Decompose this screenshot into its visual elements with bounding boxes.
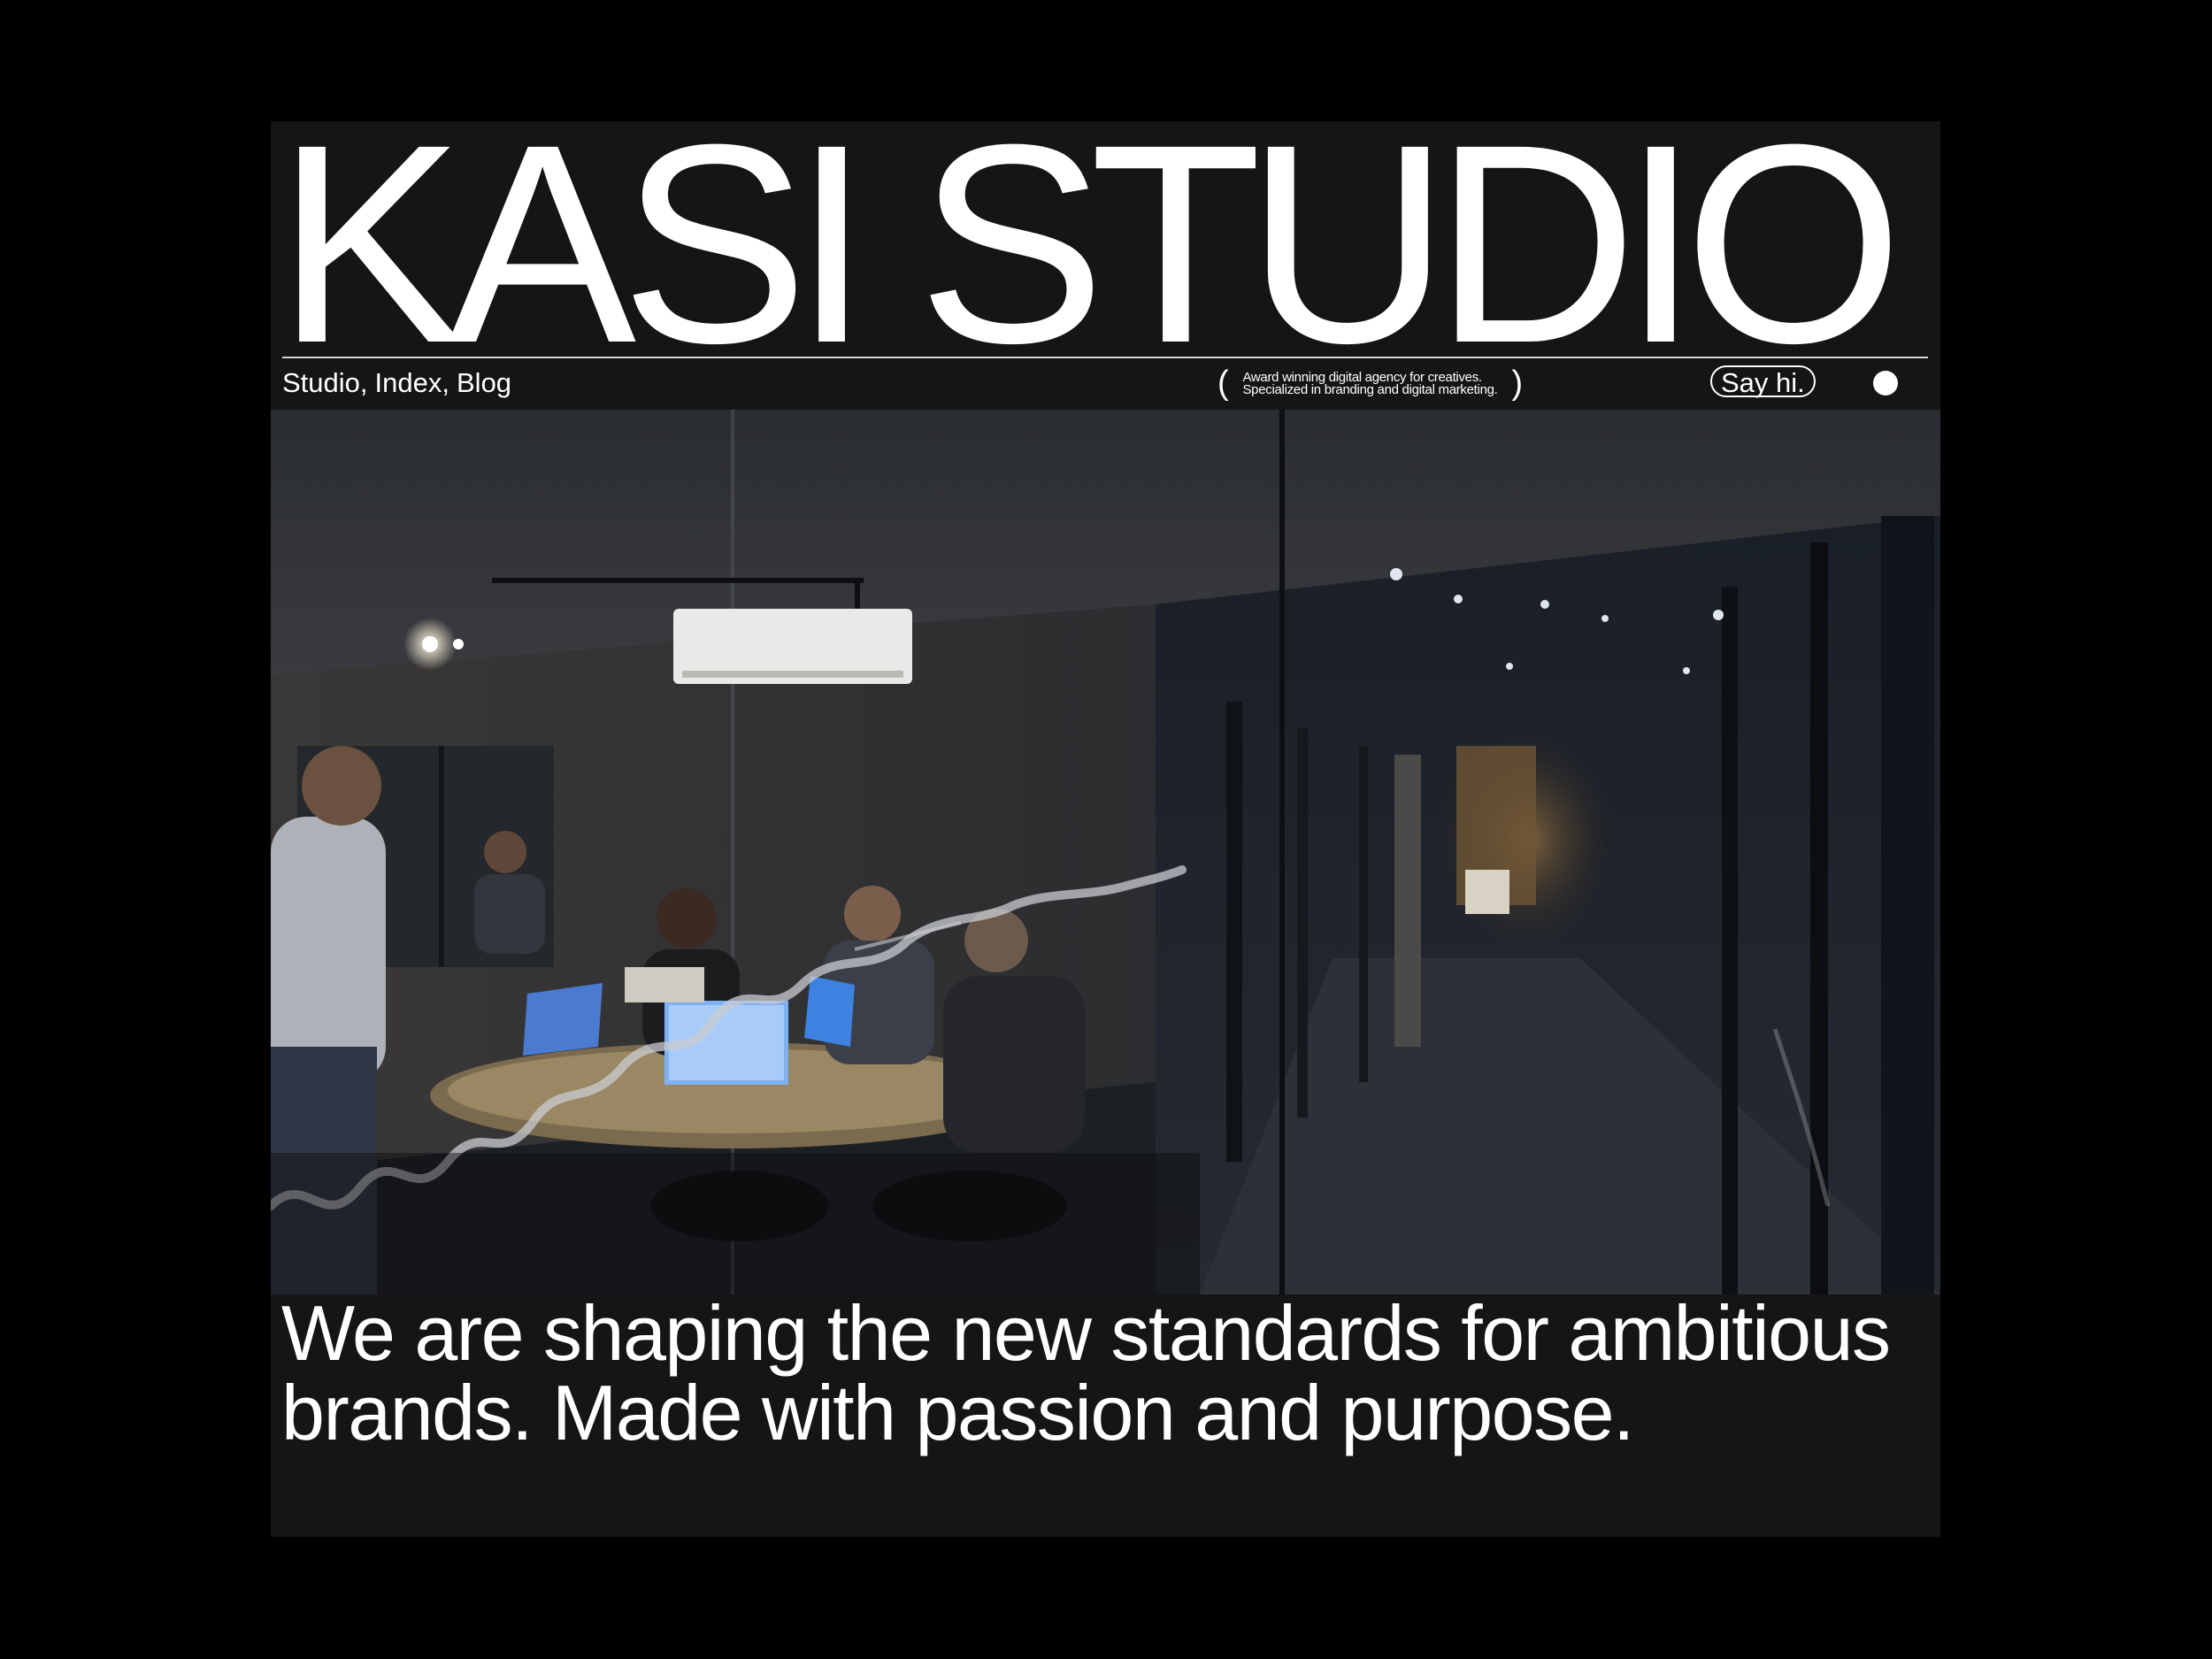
circle-dot-icon[interactable] — [1873, 371, 1898, 396]
nav-separator: , — [359, 367, 368, 398]
say-hi-button[interactable]: Say hi. — [1710, 365, 1816, 398]
tagline-text: Award winning digital agency for creativ… — [1242, 370, 1497, 396]
hero-photo — [271, 410, 1940, 1294]
page-frame: KASI STUDIO Studio, Index, Blog ( Award … — [271, 121, 1940, 1537]
tagline-line-2: Specialized in branding and digital mark… — [1242, 382, 1498, 397]
brand-wordmark: KASI STUDIO — [276, 121, 1903, 402]
nav-separator: , — [442, 367, 449, 398]
tagline: ( Award winning digital agency for creat… — [1217, 364, 1523, 403]
main-navigation: Studio, Index, Blog — [282, 362, 511, 404]
office-meeting-photo — [271, 410, 1940, 1294]
nav-link-blog[interactable]: Blog — [457, 367, 511, 399]
tagline-close-paren: ) — [1511, 365, 1523, 402]
header-divider — [282, 357, 1928, 358]
tagline-open-paren: ( — [1217, 365, 1229, 402]
nav-link-studio[interactable]: Studio — [282, 367, 360, 399]
hero-headline: We are shaping the new standards for amb… — [281, 1289, 1891, 1456]
nav-link-index[interactable]: Index — [375, 367, 442, 399]
